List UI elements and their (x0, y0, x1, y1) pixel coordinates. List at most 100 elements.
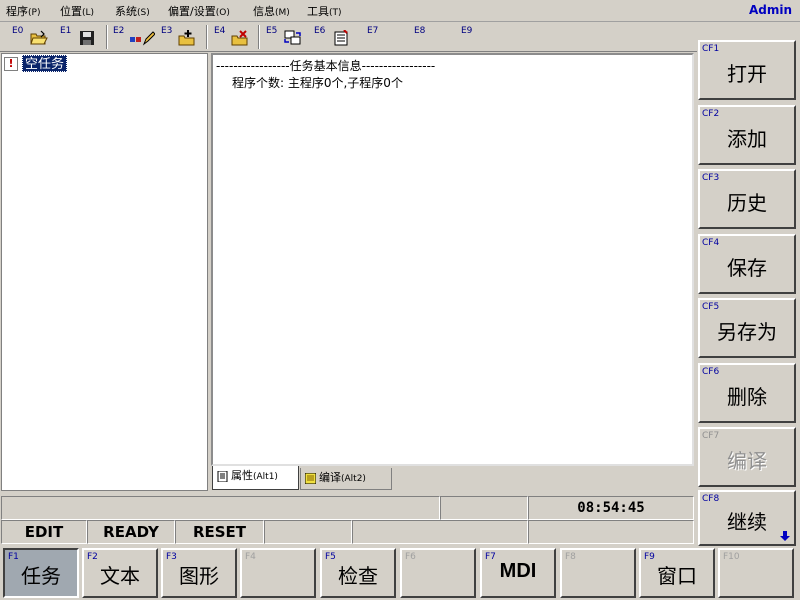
mode-reset-indicator: RESET (175, 520, 264, 544)
menu-position-label: 位置 (60, 5, 82, 18)
tool-key-label: E0 (12, 26, 24, 36)
f-button-label: 检查 (338, 564, 378, 588)
task-tree[interactable]: ! 空任务 (1, 53, 208, 491)
status-bar-top: 08:54:45 (0, 496, 697, 520)
tab-compile[interactable]: 编译(Alt2) (300, 468, 392, 490)
tab-compile-label: 编译 (319, 471, 341, 484)
menu-tools-label: 工具 (307, 5, 329, 18)
tool-e2-edit[interactable]: E2 (113, 24, 157, 50)
cf-button-label: 编译 (727, 449, 767, 473)
menu-program[interactable]: 程序(P) (6, 3, 40, 19)
menu-system-shortcut: (S) (137, 8, 150, 18)
open-button[interactable]: CF1 打开 (698, 40, 796, 100)
tool-e6-paste[interactable]: E6 (314, 24, 350, 50)
f8-button[interactable]: F8 (560, 548, 636, 598)
mode-indicator-blank (528, 520, 694, 544)
f-key-label: F8 (565, 552, 576, 562)
menu-position[interactable]: 位置(L) (60, 3, 94, 19)
toolbar-separator (258, 25, 260, 49)
f-button-label: 任务 (21, 564, 61, 588)
menu-position-shortcut: (L) (82, 8, 95, 18)
menu-program-label: 程序 (6, 5, 28, 18)
function-key-bar: F1 任务 F2 文本 F3 图形 F4 F5 检查 F6 F7 MDI F8 (0, 546, 800, 600)
menu-offset-settings[interactable]: 偏置/设置(O) (168, 3, 230, 19)
f-button-label: MDI (499, 560, 537, 582)
f-button-label: 窗口 (657, 564, 697, 588)
open-folder-icon (30, 30, 48, 45)
clock-display: 08:54:45 (528, 496, 694, 520)
cf-button-label: 添加 (727, 127, 767, 151)
tool-e7[interactable]: E7 (367, 24, 397, 50)
tool-key-label: E1 (60, 26, 72, 36)
tool-key-label: E4 (214, 26, 226, 36)
task-info-panel: -----------------任务基本信息-----------------… (211, 53, 694, 466)
mode-indicator-blank (264, 520, 352, 544)
f1-task-button[interactable]: F1 任务 (3, 548, 79, 598)
cf-button-label: 历史 (727, 191, 767, 215)
tool-e4-delete[interactable]: E4 (214, 24, 250, 50)
tool-key-label: E7 (367, 26, 379, 36)
tool-e3-add[interactable]: E3 (161, 24, 197, 50)
menu-info[interactable]: 信息(M) (253, 3, 290, 19)
f-key-label: F4 (245, 552, 256, 562)
compile-button[interactable]: CF7 编译 (698, 427, 796, 487)
tab-compile-shortcut: (Alt2) (341, 474, 366, 484)
info-header-line: -----------------任务基本信息----------------- (216, 59, 436, 73)
tree-item-label: 空任务 (22, 55, 68, 72)
f4-button[interactable]: F4 (240, 548, 316, 598)
cf-key-label: CF7 (702, 431, 720, 441)
tool-key-label: E9 (461, 26, 473, 36)
menu-bar: 程序(P) 位置(L) 系统(S) 偏置/设置(O) 信息(M) 工具(T) A… (0, 0, 800, 22)
tool-e9[interactable]: E9 (461, 24, 491, 50)
save-button[interactable]: CF4 保存 (698, 234, 796, 294)
add-button[interactable]: CF2 添加 (698, 105, 796, 165)
tool-e0-open[interactable]: E0 (12, 24, 48, 50)
menu-system[interactable]: 系统(S) (115, 3, 150, 19)
delete-button[interactable]: CF6 删除 (698, 363, 796, 423)
cf-key-label: CF1 (702, 44, 720, 54)
tool-e5-convert[interactable]: E5 (266, 24, 304, 50)
cf-key-label: CF3 (702, 173, 720, 183)
f9-window-button[interactable]: F9 窗口 (639, 548, 715, 598)
tool-e1-save[interactable]: E1 (60, 24, 96, 50)
status-bar-modes: EDIT READY RESET (0, 520, 697, 544)
tab-properties[interactable]: 属性(Alt1) (212, 466, 299, 490)
paste-document-icon (334, 30, 348, 46)
tool-e8[interactable]: E8 (414, 24, 444, 50)
f6-button[interactable]: F6 (400, 548, 476, 598)
delete-folder-icon (231, 30, 248, 46)
f-button-label: 文本 (100, 564, 140, 588)
compile-icon (305, 473, 316, 484)
cf-key-label: CF5 (702, 302, 720, 312)
save-as-button[interactable]: CF5 另存为 (698, 298, 796, 358)
f2-text-button[interactable]: F2 文本 (82, 548, 158, 598)
toolbar-separator (106, 25, 108, 49)
tool-key-label: E8 (414, 26, 426, 36)
history-button[interactable]: CF3 历史 (698, 169, 796, 229)
cf-key-label: CF6 (702, 367, 720, 377)
mode-edit-indicator: EDIT (1, 520, 87, 544)
f5-check-button[interactable]: F5 检查 (320, 548, 396, 598)
user-name: Admin (748, 3, 792, 17)
continue-button[interactable]: CF8 继续 (698, 490, 796, 546)
f3-graphic-button[interactable]: F3 图形 (161, 548, 237, 598)
warning-icon: ! (4, 57, 18, 71)
arrow-down-icon (780, 531, 790, 541)
status-message-cell (1, 496, 440, 520)
menu-offset-shortcut: (O) (215, 8, 230, 18)
tool-key-label: E5 (266, 26, 278, 36)
menu-tools[interactable]: 工具(T) (307, 3, 342, 19)
mode-indicator-blank (352, 520, 528, 544)
cf-key-label: CF4 (702, 238, 720, 248)
toolbar-separator (206, 25, 208, 49)
add-folder-icon (178, 30, 195, 46)
f-key-label: F10 (723, 552, 740, 562)
f10-button[interactable]: F10 (718, 548, 794, 598)
cf-button-label: 保存 (727, 256, 767, 280)
cf-button-label: 另存为 (717, 320, 777, 344)
menu-tools-shortcut: (T) (329, 8, 342, 18)
cf-button-label: 打开 (727, 62, 767, 86)
menu-offset-label: 偏置/设置 (168, 5, 216, 18)
toolbar: E0 E1 E2 E3 E4 E5 E6 E7 E8 E9 (0, 22, 697, 52)
f7-mdi-button[interactable]: F7 MDI (480, 548, 556, 598)
